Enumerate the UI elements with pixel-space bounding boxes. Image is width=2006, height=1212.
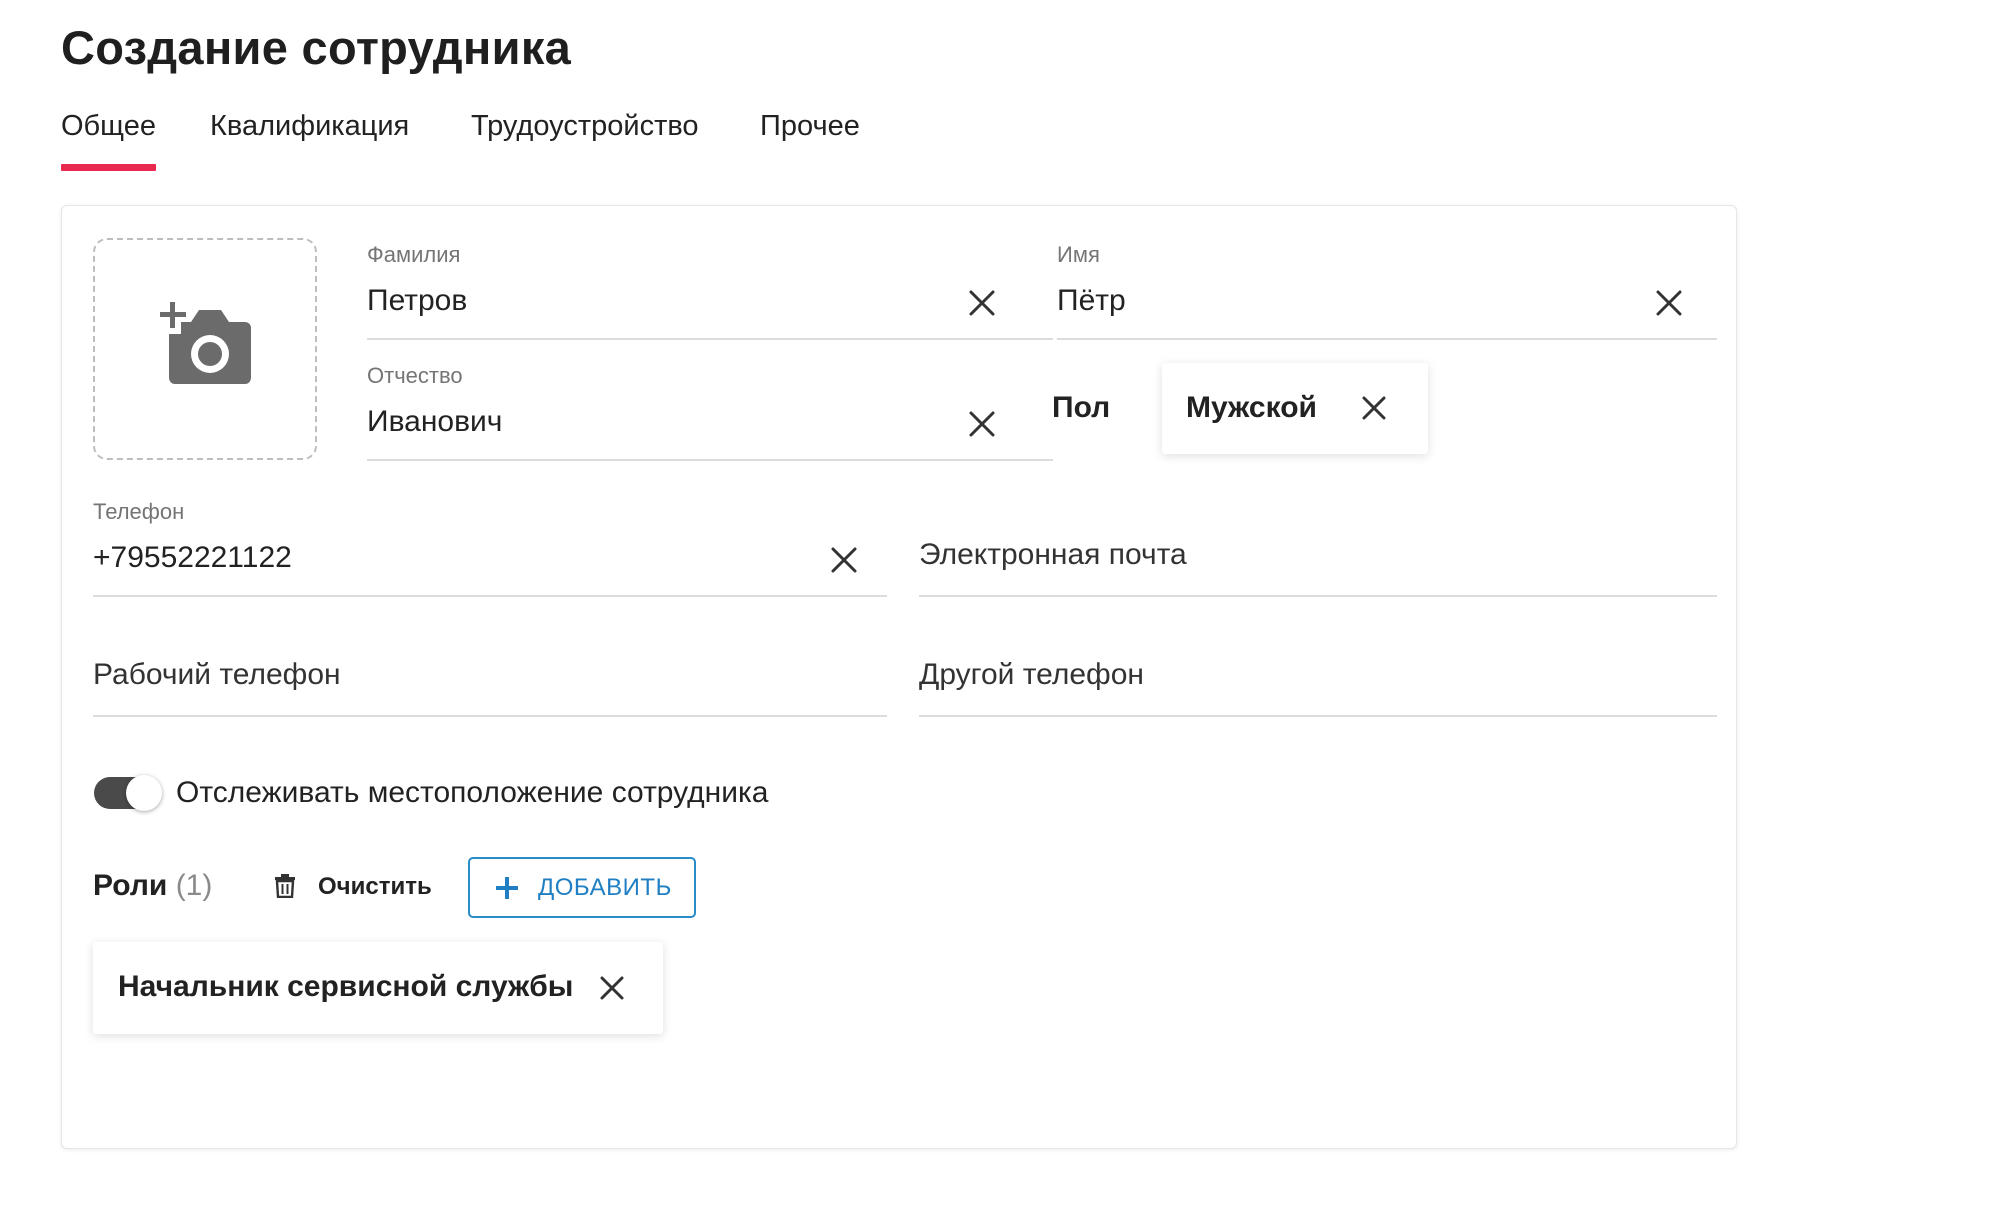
clear-first-name-icon[interactable] (1654, 288, 1684, 318)
tab-general[interactable]: Общее (61, 110, 156, 171)
employee-create-page: Создание сотрудника Общее Квалификация Т… (0, 0, 2006, 1212)
page-title: Создание сотрудника (61, 21, 572, 74)
photo-upload[interactable] (93, 238, 317, 460)
tab-general-label: Общее (61, 110, 156, 142)
gender-label: Пол (1052, 391, 1111, 424)
middle-name-label: Отчество (367, 363, 463, 388)
other-phone-field[interactable]: Другой телефон (919, 619, 1717, 719)
employee-form-card: Фамилия Петров Имя Пётр Отчество Иванови… (61, 205, 1737, 1149)
track-location-toggle[interactable] (94, 775, 162, 811)
middle-name-field[interactable]: Отчество Иванович (367, 363, 1053, 463)
role-chip[interactable]: Начальник сервисной службы (93, 942, 663, 1034)
phone-field[interactable]: Телефон +79552221122 (93, 499, 887, 599)
phone-value: +79552221122 (93, 541, 292, 574)
first-name-value: Пётр (1057, 284, 1126, 317)
active-tab-indicator (61, 164, 156, 171)
gender-chip-label: Мужской (1186, 391, 1317, 424)
other-phone-placeholder: Другой телефон (919, 658, 1144, 691)
remove-role-icon[interactable] (598, 974, 626, 1002)
trash-icon (275, 874, 295, 898)
add-role-label: ДОБАВИТЬ (538, 874, 672, 901)
work-phone-field[interactable]: Рабочий телефон (93, 619, 887, 719)
last-name-label: Фамилия (367, 242, 461, 267)
phone-underline (93, 595, 887, 597)
tab-qualification-label: Квалификация (210, 110, 410, 142)
role-chip-label: Начальник сервисной службы (118, 970, 574, 1003)
tab-employment-label: Трудоустройство (471, 110, 699, 142)
roles-heading: Роли (1) (93, 869, 212, 903)
plus-icon (496, 877, 518, 899)
last-name-value: Петров (367, 284, 468, 317)
clear-middle-name-icon[interactable] (967, 409, 997, 439)
roles-title: Роли (93, 869, 168, 902)
tab-other-label: Прочее (760, 110, 860, 142)
toggle-knob (126, 775, 162, 811)
other-phone-underline (919, 715, 1717, 717)
middle-name-underline (367, 459, 1053, 461)
clear-roles-label: Очистить (318, 873, 432, 900)
clear-last-name-icon[interactable] (967, 288, 997, 318)
tab-employment[interactable]: Трудоустройство (471, 110, 699, 143)
tab-qualification[interactable]: Квалификация (210, 110, 409, 143)
work-phone-underline (93, 715, 887, 717)
first-name-label: Имя (1057, 242, 1100, 267)
add-photo-camera-icon (157, 302, 251, 384)
phone-label: Телефон (93, 499, 185, 524)
work-phone-placeholder: Рабочий телефон (93, 658, 341, 691)
middle-name-value: Иванович (367, 405, 503, 438)
gender-chip[interactable]: Мужской (1162, 363, 1428, 454)
email-underline (919, 595, 1717, 597)
last-name-underline (367, 338, 1053, 340)
clear-phone-icon[interactable] (829, 545, 859, 575)
track-location-label: Отслеживать местоположение сотрудника (176, 776, 769, 809)
first-name-underline (1057, 338, 1717, 340)
roles-count: (1) (175, 869, 213, 902)
last-name-field[interactable]: Фамилия Петров (367, 242, 1053, 340)
tab-other[interactable]: Прочее (760, 110, 860, 143)
email-placeholder: Электронная почта (919, 538, 1187, 571)
add-role-button[interactable]: ДОБАВИТЬ (468, 857, 696, 918)
remove-gender-icon[interactable] (1360, 394, 1388, 422)
first-name-field[interactable]: Имя Пётр (1057, 242, 1717, 340)
email-field[interactable]: Электронная почта (919, 499, 1717, 599)
